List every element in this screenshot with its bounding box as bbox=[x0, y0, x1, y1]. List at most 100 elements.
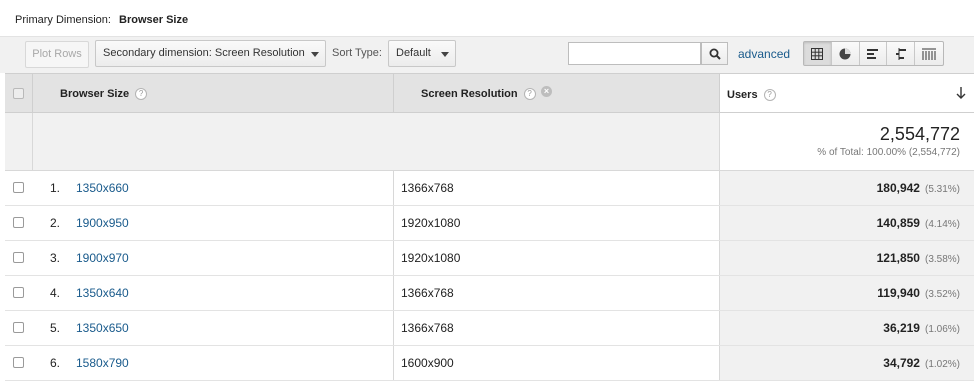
header-users-label: Users bbox=[727, 89, 758, 101]
browser-size-cell: 1. 1350x660 bbox=[33, 171, 394, 205]
sort-type-value: Default bbox=[396, 47, 431, 59]
users-value: 180,942 bbox=[876, 181, 920, 195]
pivot-icon bbox=[922, 48, 937, 60]
browser-size-cell: 5. 1350x650 bbox=[33, 311, 394, 345]
table-row: 4. 1350x640 1366x768 119,940 (3.52%) bbox=[5, 276, 974, 311]
browser-size-link[interactable]: 1900x970 bbox=[76, 251, 129, 265]
sort-type-dropdown[interactable]: Default bbox=[388, 40, 456, 67]
table-body: 1. 1350x660 1366x768 180,942 (5.31%) 2. 1… bbox=[5, 171, 974, 381]
primary-dimension-bar: Primary Dimension: Browser Size bbox=[0, 0, 974, 37]
users-cell: 34,792 (1.02%) bbox=[720, 346, 974, 380]
table-row: 1. 1350x660 1366x768 180,942 (5.31%) bbox=[5, 171, 974, 206]
table-header-row: Browser Size? Screen Resolution? × Users… bbox=[5, 73, 974, 113]
total-users-value: 2,554,772 bbox=[879, 124, 960, 144]
header-screen-resolution-label: Screen Resolution bbox=[421, 88, 518, 100]
row-number: 3. bbox=[50, 251, 61, 265]
row-checkbox[interactable] bbox=[13, 217, 24, 228]
screen-resolution-cell: 1366x768 bbox=[394, 276, 720, 310]
help-icon[interactable]: ? bbox=[135, 88, 148, 101]
screen-resolution-cell: 1366x768 bbox=[394, 171, 720, 205]
row-number: 2. bbox=[50, 216, 61, 230]
totals-users-cell: 2,554,772 % of Total: 100.00% (2,554,772… bbox=[720, 113, 974, 170]
remove-secondary-dimension-icon[interactable]: × bbox=[541, 86, 552, 97]
screen-resolution-cell: 1920x1080 bbox=[394, 241, 720, 275]
users-value: 140,859 bbox=[876, 216, 920, 230]
header-users[interactable]: Users? bbox=[720, 74, 974, 112]
primary-dimension-label: Primary Dimension: bbox=[15, 14, 111, 26]
chevron-down-icon bbox=[311, 52, 319, 57]
row-number: 6. bbox=[50, 356, 61, 370]
pie-chart-icon bbox=[839, 48, 851, 59]
view-switcher bbox=[803, 41, 944, 66]
users-percent: (1.02%) bbox=[924, 359, 960, 370]
users-value: 119,940 bbox=[877, 286, 920, 300]
row-checkbox[interactable] bbox=[13, 322, 24, 333]
users-cell: 36,219 (1.06%) bbox=[720, 311, 974, 345]
help-icon[interactable]: ? bbox=[523, 88, 536, 101]
browser-size-cell: 4. 1350x640 bbox=[33, 276, 394, 310]
plot-rows-button[interactable]: Plot Rows bbox=[25, 41, 89, 68]
sort-descending-icon bbox=[956, 87, 966, 99]
users-cell: 121,850 (3.58%) bbox=[720, 241, 974, 275]
browser-size-cell: 2. 1900x950 bbox=[33, 206, 394, 240]
search-icon bbox=[709, 48, 721, 60]
users-value: 36,219 bbox=[883, 321, 920, 335]
browser-size-link[interactable]: 1900x950 bbox=[76, 216, 129, 230]
total-users-percent: % of Total: 100.00% (2,554,772) bbox=[817, 147, 960, 158]
sort-type-label: Sort Type: bbox=[332, 47, 382, 59]
table-row: 6. 1580x790 1600x900 34,792 (1.02%) bbox=[5, 346, 974, 381]
browser-size-cell: 3. 1900x970 bbox=[33, 241, 394, 275]
primary-dimension-value[interactable]: Browser Size bbox=[119, 14, 188, 26]
chevron-down-icon bbox=[441, 52, 449, 57]
screen-resolution-cell: 1920x1080 bbox=[394, 206, 720, 240]
browser-size-link[interactable]: 1350x660 bbox=[76, 181, 129, 195]
comparison-view-button[interactable] bbox=[887, 42, 916, 65]
performance-icon bbox=[866, 48, 878, 59]
header-screen-resolution[interactable]: Screen Resolution? bbox=[394, 74, 720, 112]
users-value: 34,792 bbox=[883, 356, 920, 370]
users-value: 121,850 bbox=[876, 251, 920, 265]
table-row: 5. 1350x650 1366x768 36,219 (1.06%) bbox=[5, 311, 974, 346]
users-percent: (3.58%) bbox=[924, 254, 960, 265]
row-checkbox[interactable] bbox=[13, 182, 24, 193]
users-cell: 180,942 (5.31%) bbox=[720, 171, 974, 205]
totals-row: 2,554,772 % of Total: 100.00% (2,554,772… bbox=[5, 113, 974, 171]
totals-dimension-cell bbox=[33, 113, 720, 170]
row-number: 1. bbox=[50, 181, 61, 195]
row-checkbox-cell bbox=[5, 206, 33, 240]
table-toolbar: Plot Rows Secondary dimension: Screen Re… bbox=[0, 37, 974, 73]
header-browser-size[interactable]: Browser Size? bbox=[33, 74, 394, 112]
users-percent: (5.31%) bbox=[924, 184, 960, 195]
row-checkbox-cell bbox=[5, 276, 33, 310]
screen-resolution-cell: 1600x900 bbox=[394, 346, 720, 380]
users-cell: 140,859 (4.14%) bbox=[720, 206, 974, 240]
row-checkbox[interactable] bbox=[13, 357, 24, 368]
users-cell: 119,940 (3.52%) bbox=[720, 276, 974, 310]
search-button[interactable] bbox=[701, 42, 728, 65]
users-percent: (4.14%) bbox=[924, 219, 960, 230]
users-percent: (3.52%) bbox=[924, 289, 960, 300]
row-number: 5. bbox=[50, 321, 61, 335]
pie-chart-view-button[interactable] bbox=[832, 42, 860, 65]
comparison-icon bbox=[895, 47, 906, 60]
row-checkbox[interactable] bbox=[13, 287, 24, 298]
browser-size-link[interactable]: 1580x790 bbox=[76, 356, 129, 370]
pivot-view-button[interactable] bbox=[915, 42, 943, 65]
browser-size-link[interactable]: 1350x640 bbox=[76, 286, 129, 300]
data-table-view-button[interactable] bbox=[804, 42, 832, 65]
table-row: 3. 1900x970 1920x1080 121,850 (3.58%) bbox=[5, 241, 974, 276]
totals-checkbox-cell bbox=[5, 113, 33, 170]
browser-size-cell: 6. 1580x790 bbox=[33, 346, 394, 380]
advanced-filter-link[interactable]: advanced bbox=[738, 47, 790, 61]
secondary-dimension-dropdown[interactable]: Secondary dimension: Screen Resolution bbox=[95, 40, 326, 67]
row-checkbox[interactable] bbox=[13, 252, 24, 263]
browser-size-link[interactable]: 1350x650 bbox=[76, 321, 129, 335]
row-checkbox-cell bbox=[5, 171, 33, 205]
table-search-input[interactable] bbox=[568, 42, 701, 65]
secondary-dimension-label: Secondary dimension: Screen Resolution bbox=[103, 47, 305, 59]
select-all-checkbox[interactable] bbox=[13, 88, 24, 99]
users-percent: (1.06%) bbox=[924, 324, 960, 335]
performance-view-button[interactable] bbox=[860, 42, 888, 65]
help-icon[interactable]: ? bbox=[763, 89, 776, 102]
row-checkbox-cell bbox=[5, 311, 33, 345]
